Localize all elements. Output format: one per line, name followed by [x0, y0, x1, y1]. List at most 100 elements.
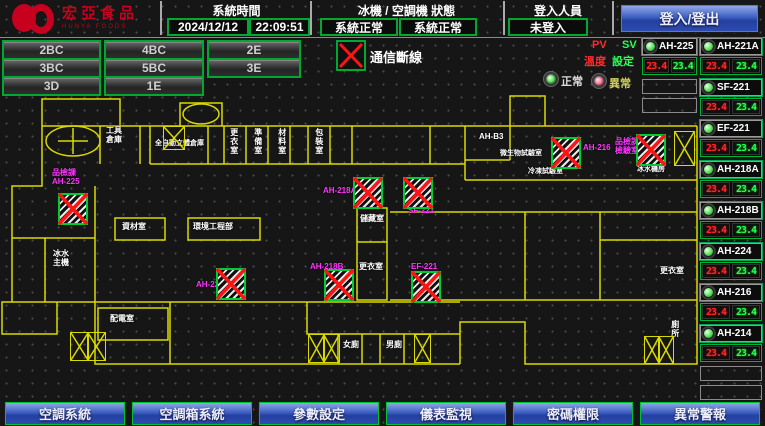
- machine-status-title: 冰機 / 空調機 狀態: [313, 2, 500, 19]
- room-label: 準備室: [253, 128, 262, 155]
- room-label: 冰水 主機: [53, 250, 69, 268]
- floor-button-2bc[interactable]: 2BC: [2, 40, 101, 60]
- unit-name-label: AH-218B: [717, 205, 759, 216]
- unit-values: 23.423.4: [700, 98, 762, 116]
- unit-row-ah-225[interactable]: AH-225: [642, 38, 697, 55]
- floor-button-5bc[interactable]: 5BC: [104, 58, 204, 78]
- unit-name-label: AH-214: [717, 328, 751, 339]
- nav-hvac-system-button[interactable]: 空調系統: [5, 402, 125, 425]
- nav-meter-monitor-button[interactable]: 儀表監視: [386, 402, 506, 425]
- room-label: 冰水機房: [637, 166, 665, 174]
- room-label: 全自動立體倉庫: [155, 140, 204, 148]
- normal-label: 正常: [561, 76, 583, 88]
- unit-row-ah-218a[interactable]: AH-218A: [700, 161, 762, 178]
- unit-status-led: [703, 82, 714, 93]
- room-label: 廁所: [670, 320, 679, 338]
- unit-status-led: [703, 205, 714, 216]
- shaft-x-symbol: [163, 126, 185, 150]
- unit-status-led: [703, 164, 714, 175]
- floor-button-3d[interactable]: 3D: [2, 76, 101, 96]
- unit-pv-value: 23.4: [702, 346, 730, 360]
- nav-ahu-system-button[interactable]: 空調箱系統: [132, 402, 252, 425]
- hunya-logo-icon: [10, 2, 56, 34]
- nav-alarm-button[interactable]: 異常警報: [640, 402, 760, 425]
- room-label: 儲藏室: [360, 215, 384, 224]
- unit-values: 23.423.4: [700, 344, 762, 362]
- room-label: 更衣室: [359, 263, 383, 272]
- floor-button-2e[interactable]: 2E: [207, 40, 301, 60]
- unit-pv-value: 23.4: [702, 100, 730, 114]
- header: 宏亞食品 HUNYA FOODS 系統時間 2024/12/12 22:09:5…: [0, 0, 765, 38]
- room-label: 資材室: [122, 223, 146, 232]
- unit-pv-value: 23.4: [702, 141, 730, 155]
- pv-header: PV: [592, 39, 607, 51]
- ahu-device-comm-loss-icon[interactable]: [636, 134, 666, 166]
- ahu-device-comm-loss-icon[interactable]: [353, 177, 383, 209]
- room-label: 工具 倉庫: [106, 127, 122, 145]
- unit-column-left: AH-225 23.4 23.4: [642, 38, 697, 117]
- brand-name: 宏亞食品: [62, 6, 138, 21]
- device-label: 品檢課 AH-225: [52, 169, 80, 187]
- unit-column-right: AH-221A23.423.4SF-22123.423.4EF-22123.42…: [700, 38, 762, 404]
- system-time-value: 22:09:51: [249, 18, 310, 36]
- unit-row-sf-221[interactable]: SF-221: [700, 79, 762, 96]
- login-logout-button[interactable]: 登入/登出: [621, 5, 758, 32]
- unit-sv-value: 23.4: [732, 264, 760, 278]
- chiller-status-value: 系統正常: [320, 18, 398, 36]
- unit-row-ef-221[interactable]: EF-221: [700, 120, 762, 137]
- header-divider: [612, 1, 614, 35]
- empty-slot: [700, 385, 762, 400]
- ahu-device-comm-loss-icon[interactable]: [411, 271, 441, 303]
- sv-header: SV: [622, 39, 637, 51]
- unit-sv-value: 23.4: [732, 100, 760, 114]
- ahu-device-comm-loss-icon[interactable]: [58, 193, 88, 225]
- unit-name-label: AH-221A: [717, 41, 759, 52]
- unit-sv-value: 23.4: [732, 141, 760, 155]
- ahu-device-comm-loss-icon[interactable]: [324, 269, 354, 301]
- brand-logo: 宏亞食品 HUNYA FOODS: [10, 2, 138, 34]
- ahu-device-comm-loss-icon[interactable]: [403, 177, 433, 209]
- nav-parameter-set-button[interactable]: 參數設定: [259, 402, 379, 425]
- unit-row-ah-214[interactable]: AH-214: [700, 325, 762, 342]
- floor-button-3bc[interactable]: 3BC: [2, 58, 101, 78]
- normal-lamp-icon: [544, 72, 558, 86]
- unit-values: 23.423.4: [700, 221, 762, 239]
- shaft-x-symbol: [674, 131, 695, 166]
- ahu-device-comm-loss-icon[interactable]: [551, 137, 581, 169]
- floor-button-1e[interactable]: 1E: [104, 76, 204, 96]
- unit-status-led: [703, 246, 714, 257]
- room-label: 材料室: [277, 128, 286, 155]
- ahu-device-comm-loss-icon[interactable]: [216, 268, 246, 300]
- unit-row-ah-218b[interactable]: AH-218B: [700, 202, 762, 219]
- header-divider: [503, 1, 505, 35]
- unit-sv-value: 23.4: [671, 59, 696, 73]
- abnormal-lamp-icon: [592, 74, 606, 88]
- brand-subname: HUNYA FOODS: [62, 24, 138, 30]
- unit-status-led: [703, 328, 714, 339]
- unit-values: 23.423.4: [700, 180, 762, 198]
- room-label: 男廁: [386, 341, 402, 350]
- floor-button-4bc[interactable]: 4BC: [104, 40, 204, 60]
- floor-button-3e[interactable]: 3E: [207, 58, 301, 78]
- room-label: 女廁: [343, 341, 359, 350]
- pv-name-label: 溫度: [584, 53, 606, 69]
- system-date-value: 2024/12/12: [167, 18, 249, 36]
- device-label: AH-216: [583, 144, 611, 153]
- unit-name-label: AH-216: [717, 287, 751, 298]
- comm-loss-icon: [336, 40, 366, 71]
- empty-slot: [642, 98, 697, 113]
- unit-pv-value: 23.4: [702, 264, 730, 278]
- unit-row-ah-216[interactable]: AH-216: [700, 284, 762, 301]
- unit-status-led: [645, 41, 656, 52]
- abnormal-legend: 異常: [592, 74, 631, 92]
- unit-pv-value: 23.4: [644, 59, 669, 73]
- shaft-x-symbol: [658, 336, 674, 364]
- comm-loss-label: 通信斷線: [370, 47, 422, 66]
- unit-row-ah-221a[interactable]: AH-221A: [700, 38, 762, 55]
- nav-password-auth-button[interactable]: 密碼權限: [513, 402, 633, 425]
- shaft-x-symbol: [70, 332, 89, 361]
- unit-status-led: [703, 123, 714, 134]
- unit-row-ah-224[interactable]: AH-224: [700, 243, 762, 260]
- login-user-title: 登入人員: [506, 2, 610, 19]
- hmi-screen: 宏亞食品 HUNYA FOODS 系統時間 2024/12/12 22:09:5…: [0, 0, 765, 426]
